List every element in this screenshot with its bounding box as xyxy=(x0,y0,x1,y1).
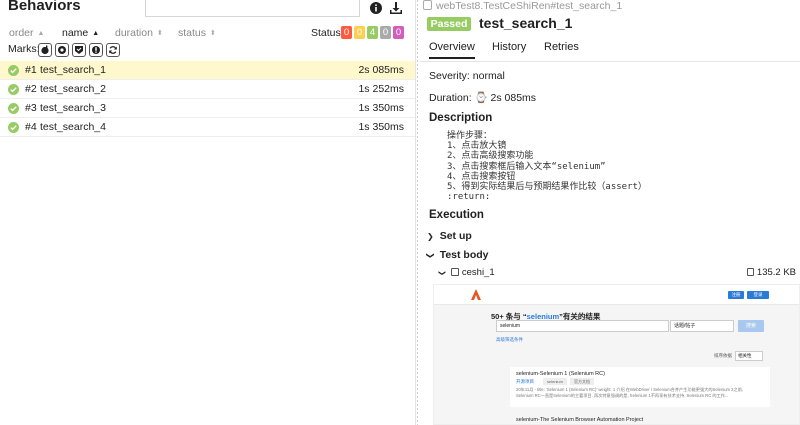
info-icon[interactable] xyxy=(369,1,383,15)
attachment-name: ceshi_1 xyxy=(461,267,495,278)
behaviors-pane: Behaviors order ▲ name ▲ duration ⬍ status ⬍… xyxy=(0,0,416,425)
site-logo-icon xyxy=(471,289,481,300)
sort-name[interactable]: name ▲ xyxy=(62,27,99,39)
sort-order[interactable]: order ▲ xyxy=(9,27,44,39)
shot-advanced-link: 高级筛选条件 xyxy=(496,337,523,342)
passed-check-icon xyxy=(8,122,19,133)
new-broken-mark-icon[interactable] xyxy=(89,43,103,57)
test-duration: 1s 350ms xyxy=(358,121,404,133)
shot-result-title: selenium-Selenium 1 (Selenium RC) xyxy=(516,371,605,377)
test-number: #1 xyxy=(25,64,37,76)
tab-overview[interactable]: Overview xyxy=(429,41,475,59)
duration: Duration: ⌚ 2s 085ms xyxy=(429,92,537,104)
chevron-right-icon: ❯ xyxy=(427,232,434,241)
test-duration: 1s 252ms xyxy=(358,83,404,95)
status-filter-label: Status: xyxy=(311,27,344,39)
sort-duration[interactable]: duration ⬍ xyxy=(115,27,163,39)
register-button: 注册 xyxy=(728,291,744,299)
test-duration: 2s 085ms xyxy=(358,64,404,76)
test-row[interactable]: #3 test_search_3 1s 350ms xyxy=(0,99,415,118)
retries-mark-icon[interactable] xyxy=(106,43,120,57)
shot-search-input: selenium xyxy=(496,320,669,332)
sort-icon: ⬍ xyxy=(210,30,216,37)
shot-result-title: selenium-The Selenium Browser Automation… xyxy=(516,417,644,423)
test-row[interactable]: #1 test_search_1 2s 085ms xyxy=(0,61,415,80)
test-title: test_search_1 xyxy=(479,15,573,31)
passed-check-icon xyxy=(8,103,19,114)
shot-type-select: 话题/帖子 xyxy=(670,320,734,332)
sort-bar: order ▲ name ▲ duration ⬍ status ⬍ Status: 0… xyxy=(0,26,415,42)
pane-splitter[interactable] xyxy=(416,0,419,425)
status-count-passed[interactable]: 4 xyxy=(367,26,378,39)
marks-bar: Marks: xyxy=(8,43,120,59)
status-count-unknown[interactable]: 0 xyxy=(393,26,404,39)
status-count-broken[interactable]: 0 xyxy=(354,26,365,39)
test-number: #4 xyxy=(25,121,37,133)
attachment-row[interactable]: ❯ ceshi_1 xyxy=(437,267,495,278)
download-icon[interactable] xyxy=(389,1,403,15)
status-count-failed[interactable]: 0 xyxy=(341,26,352,39)
image-icon xyxy=(450,268,459,276)
login-button: 登录 xyxy=(747,291,769,299)
shot-search-button: 搜索 xyxy=(738,320,764,332)
test-name: test_search_4 xyxy=(40,121,106,133)
description-text: 操作步骤： 1、点击放大镜 2、点击高级搜索功能 3、点击搜索框后输入文本“se… xyxy=(447,131,647,203)
shot-result-tag: 官方文档 xyxy=(570,378,594,385)
sort-status[interactable]: status ⬍ xyxy=(178,27,216,39)
shot-result-category: 开源项目 xyxy=(516,379,534,384)
sort-icon: ⬍ xyxy=(156,30,163,37)
passed-check-icon xyxy=(8,84,19,95)
status-badge: Passed xyxy=(427,17,471,31)
setup-section[interactable]: ❯ Set up xyxy=(427,230,472,242)
marks-label: Marks: xyxy=(8,43,40,55)
tab-history[interactable]: History xyxy=(492,41,526,53)
description-heading: Description xyxy=(429,112,493,124)
sort-asc-icon: ▲ xyxy=(92,30,100,37)
breadcrumb: webTest8.TestCeShiRen#test_search_1 xyxy=(423,0,622,12)
shot-result-snippet: 20年11月 - title: ‘Selenium 1 (Selenium RC… xyxy=(516,387,744,398)
test-name: test_search_2 xyxy=(40,83,106,95)
status-count-skipped[interactable]: 0 xyxy=(380,26,391,39)
file-icon xyxy=(746,268,754,276)
test-row[interactable]: #4 test_search_4 1s 350ms xyxy=(0,118,415,137)
shot-sort-select: 相关性 xyxy=(735,351,763,361)
screenshot-header: 注册 登录 xyxy=(434,285,799,305)
tab-retries[interactable]: Retries xyxy=(544,41,579,53)
test-body-section[interactable]: ❯ Test body xyxy=(425,249,489,261)
shot-result-tag: selenium xyxy=(543,378,567,385)
search-input[interactable] xyxy=(145,0,360,17)
test-name: test_search_1 xyxy=(40,64,106,76)
attachment-screenshot[interactable]: 注册 登录 50+ 条与 “selenium”有关的结果 selenium 话题… xyxy=(433,284,800,425)
copy-icon[interactable] xyxy=(423,0,432,10)
test-duration: 1s 350ms xyxy=(358,102,404,114)
sort-icon: ▲ xyxy=(37,30,45,37)
test-row[interactable]: #2 test_search_2 1s 252ms xyxy=(0,80,415,99)
test-name: test_search_3 xyxy=(40,102,106,114)
test-number: #2 xyxy=(25,83,37,95)
new-passed-mark-icon[interactable] xyxy=(72,43,86,57)
pane-title: Behaviors xyxy=(8,0,81,14)
chevron-down-icon: ❯ xyxy=(425,252,435,259)
flaky-mark-icon[interactable] xyxy=(38,43,52,57)
new-failed-mark-icon[interactable] xyxy=(55,43,69,57)
test-number: #3 xyxy=(25,102,37,114)
shot-result-card: selenium-Selenium 1 (Selenium RC) 开源项目 s… xyxy=(510,367,770,407)
severity: Severity: normal xyxy=(429,70,505,82)
attachment-size: 135.2 KB xyxy=(746,267,796,278)
execution-heading: Execution xyxy=(429,209,484,221)
passed-check-icon xyxy=(8,65,19,76)
detail-tabs: Overview History Retries xyxy=(420,40,800,62)
chevron-down-icon: ❯ xyxy=(437,270,445,276)
shot-sort-label: 排序依据 xyxy=(714,353,732,358)
test-details-pane: webTest8.TestCeShiRen#test_search_1 Pass… xyxy=(420,0,800,425)
